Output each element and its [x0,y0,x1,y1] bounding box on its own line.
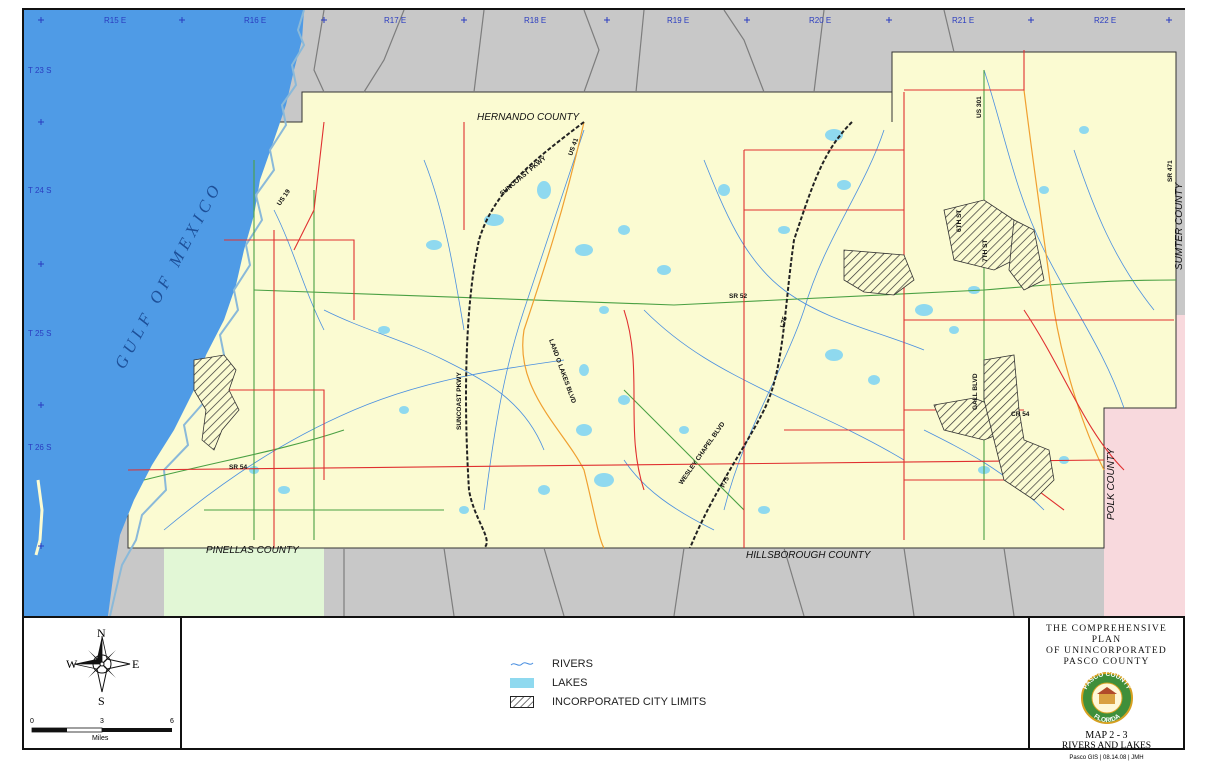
range-label: R17 E [384,16,406,25]
hatch-symbol-icon [510,696,534,708]
scale-unit: Miles [92,735,109,742]
township-label: T 26 S [28,443,51,452]
us301-label: US 301 [976,96,983,118]
range-label: R15 E [104,16,126,25]
legend-label-rivers: RIVERS [552,658,593,670]
map-panel: R15 E R16 E R17 E R18 E R19 E R20 E R21 … [24,10,1185,616]
map-canvas: R15 E R16 E R17 E R18 E R19 E R20 E R21 … [24,10,1185,616]
hernando-county-label: HERNANDO COUNTY [477,112,581,123]
legend-bar: N S E W 0 3 6 Miles RIVERS LAKES INCORPO… [24,616,1183,761]
plan-title-line-1: THE COMPREHENSIVE PLAN [1046,624,1167,645]
compass-and-scale: N S E W 0 3 6 Miles [24,618,182,750]
map-title: RIVERS AND LAKES [1061,741,1152,751]
hillsborough-county-label: HILLSBOROUGH COUNTY [746,550,872,561]
scale-bar [31,727,172,733]
polk-county-label: POLK COUNTY [1106,447,1117,520]
range-label: R21 E [952,16,974,25]
river-symbol-icon [510,658,534,670]
township-label: T 23 S [28,66,51,75]
legend: RIVERS LAKES INCORPORATED CITY LIMITS [182,618,1028,750]
township-label: T 24 S [28,186,51,195]
6th-st-label: 6TH ST [956,210,963,232]
legend-label-lakes: LAKES [552,677,588,689]
range-label: R18 E [524,16,546,25]
range-label: R20 E [809,16,831,25]
county-seal-icon: PASCO COUNTY FLORIDA [1080,672,1133,724]
sr52-label: SR 52 [729,293,747,300]
7th-st-label: 7TH ST [982,240,989,262]
range-label: R19 E [667,16,689,25]
sr54-label: SR 54 [229,464,247,471]
title-block: THE COMPREHENSIVE PLAN OF UNINCORPORATED… [1028,618,1183,761]
legend-item-lakes: LAKES [510,674,587,692]
plan-title-line-3: PASCO COUNTY [1063,657,1150,667]
township-label: T 25 S [28,329,51,338]
compass-n: N [97,626,106,640]
scale-mid: 3 [100,718,104,725]
legend-label-incorporated: INCORPORATED CITY LIMITS [552,696,707,708]
compass-s: S [98,694,105,708]
map-credit: Pasco GIS | 08.14.08 | JMH [1069,755,1144,761]
lake-symbol-icon [510,677,534,689]
scale-end: 6 [170,718,174,725]
map-frame: R15 E R16 E R17 E R18 E R19 E R20 E R21 … [22,8,1185,761]
range-label: R22 E [1094,16,1116,25]
compass-e: E [132,657,140,671]
sr471-label: SR 471 [1167,160,1174,182]
suncoast-pkwy-label-south: SUNCOAST PKWY [456,372,463,430]
cr54-label: CR 54 [1011,411,1030,418]
sumter-county-label: SUMTER COUNTY [1174,181,1185,270]
scale-start: 0 [30,718,34,725]
legend-item-rivers: RIVERS [510,655,593,673]
legend-item-incorporated: INCORPORATED CITY LIMITS [510,693,706,711]
pinellas-county-label: PINELLAS COUNTY [206,545,300,556]
map-number: MAP 2 - 3 [1085,730,1128,741]
range-label: R16 E [244,16,266,25]
plan-title: THE COMPREHENSIVE PLAN OF UNINCORPORATED… [1030,624,1183,668]
gall-blvd-label: GALL BLVD [972,373,979,410]
plan-title-line-2: OF UNINCORPORATED [1046,646,1167,656]
compass-w: W [66,657,78,671]
